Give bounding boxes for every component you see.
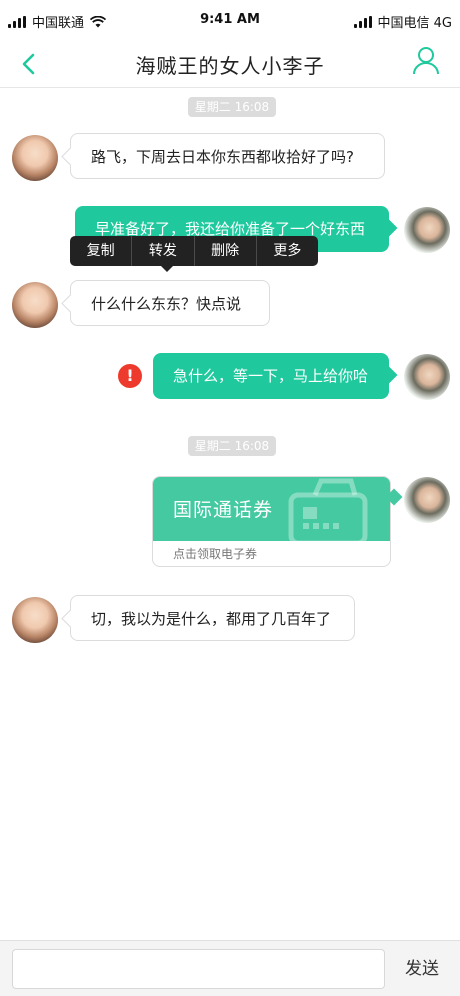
back-button[interactable] xyxy=(16,50,44,78)
menu-item-copy[interactable]: 复制 xyxy=(70,236,133,266)
timestamp: 星期二 16:08 xyxy=(188,436,276,456)
page-title: 海贼王的女人小李子 xyxy=(135,54,325,78)
status-bar: 中国联通 9:41 AM 中国电信 4G xyxy=(0,0,460,40)
send-button[interactable]: 发送 xyxy=(392,949,452,989)
menu-item-forward[interactable]: 转发 xyxy=(132,236,195,266)
message-bubble[interactable]: 切，我以为是什么，都用了几百年了 xyxy=(70,595,355,641)
menu-item-more[interactable]: 更多 xyxy=(257,236,318,266)
avatar[interactable] xyxy=(404,477,450,523)
message-input[interactable] xyxy=(12,949,385,989)
avatar[interactable] xyxy=(12,282,58,328)
carrier-right: 中国电信 4G xyxy=(377,16,452,31)
avatar[interactable] xyxy=(404,354,450,400)
avatar[interactable] xyxy=(12,597,58,643)
profile-button[interactable] xyxy=(412,44,440,76)
status-right: 中国电信 4G xyxy=(353,12,452,31)
signal-icon xyxy=(353,15,372,28)
coupon-card[interactable]: 国际通话券 点击领取电子券 xyxy=(152,476,391,567)
input-bar: 发送 xyxy=(0,940,460,996)
avatar[interactable] xyxy=(12,135,58,181)
error-icon[interactable]: ! xyxy=(118,364,142,388)
chat-header: 海贼王的女人小李子 xyxy=(0,40,460,88)
coupon-header: 国际通话券 xyxy=(153,477,390,541)
timestamp: 星期二 16:08 xyxy=(188,97,276,117)
chevron-left-icon xyxy=(22,53,35,75)
coupon-title: 国际通话券 xyxy=(173,499,274,521)
message-bubble[interactable]: 什么什么东东？快点说 xyxy=(70,280,270,326)
avatar[interactable] xyxy=(404,207,450,253)
user-icon xyxy=(413,47,439,75)
message-bubble[interactable]: 急什么，等一下，马上给你哈 xyxy=(153,353,389,399)
card-icon xyxy=(288,478,368,541)
message-bubble[interactable]: 路飞，下周去日本你东西都收拾好了吗? xyxy=(70,133,385,179)
context-menu: 复制 转发 删除 更多 xyxy=(70,236,318,272)
coupon-subtitle: 点击领取电子券 xyxy=(173,547,258,561)
menu-item-delete[interactable]: 删除 xyxy=(195,236,257,266)
chat-area[interactable]: 星期二 16:08 路飞，下周去日本你东西都收拾好了吗? 早准备好了，我还给你准… xyxy=(0,88,460,940)
